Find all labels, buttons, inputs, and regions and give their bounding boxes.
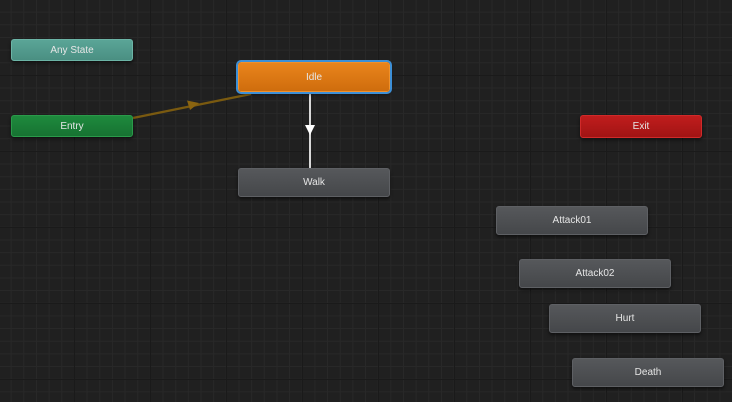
- state-label: Walk: [303, 177, 325, 188]
- state-label: Attack02: [575, 268, 615, 279]
- state-hurt[interactable]: Hurt: [549, 304, 701, 333]
- state-label: Hurt: [615, 313, 635, 324]
- state-walk[interactable]: Walk: [238, 168, 390, 197]
- state-label: Idle: [305, 71, 323, 83]
- animator-graph-canvas[interactable]: Any State Entry Idle Walk Exit Attack01 …: [0, 0, 732, 402]
- triangle-down-icon: [305, 125, 315, 135]
- transition-line-entry-idle[interactable]: [132, 92, 252, 120]
- state-label: Attack01: [552, 215, 592, 226]
- triangle-arrow-icon: [187, 100, 199, 110]
- state-idle[interactable]: Idle: [236, 60, 392, 94]
- state-exit[interactable]: Exit: [580, 115, 702, 138]
- state-entry[interactable]: Entry: [11, 115, 133, 137]
- state-label: Exit: [632, 121, 650, 132]
- state-label: Death: [634, 367, 662, 378]
- state-attack01[interactable]: Attack01: [496, 206, 648, 235]
- state-any-state[interactable]: Any State: [11, 39, 133, 61]
- state-label: Any State: [50, 44, 94, 56]
- state-death[interactable]: Death: [572, 358, 724, 387]
- state-attack02[interactable]: Attack02: [519, 259, 671, 288]
- state-label: Entry: [60, 120, 84, 132]
